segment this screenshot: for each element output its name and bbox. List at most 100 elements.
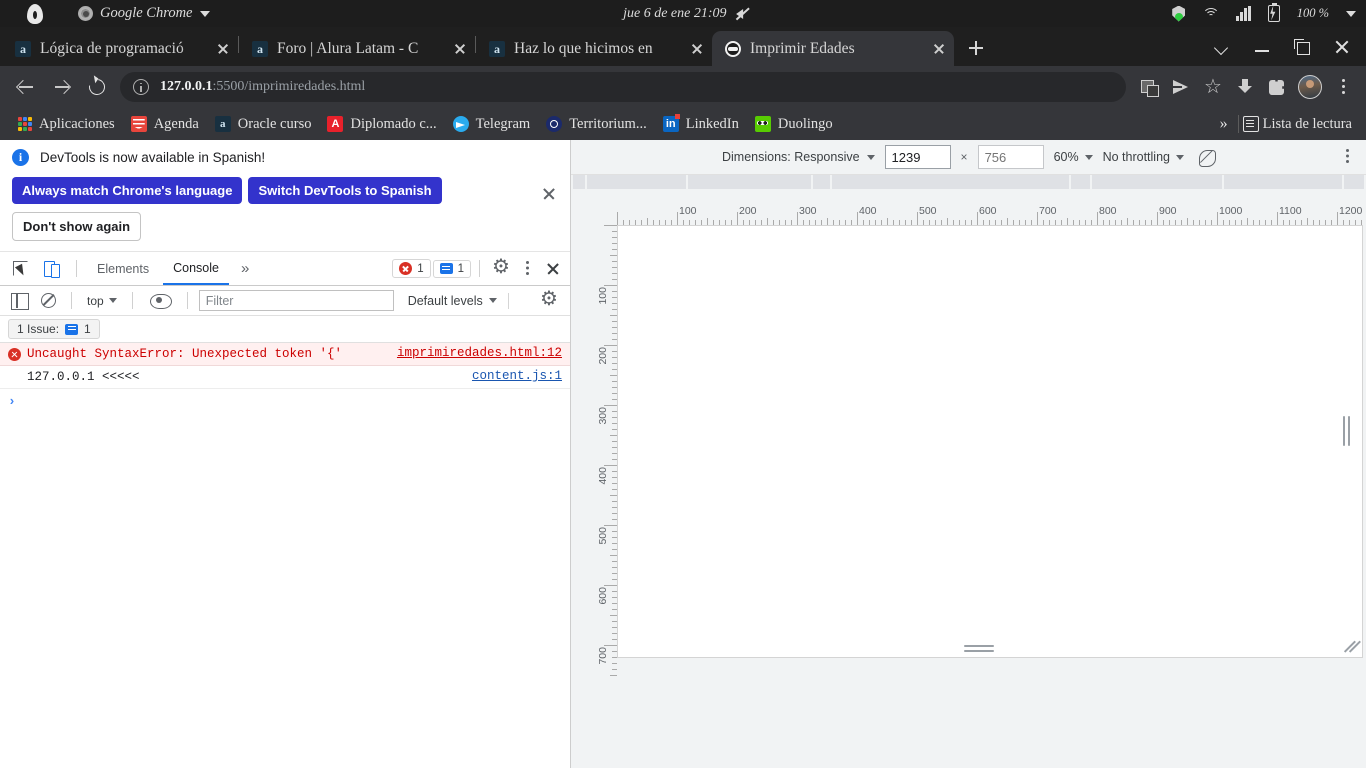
os-clock[interactable]: jue 6 de ene 21:09 <box>623 6 750 22</box>
browser-tab[interactable]: a Lógica de programació <box>2 32 238 66</box>
tab-console[interactable]: Console <box>163 252 229 285</box>
viewport-resize-handle-corner[interactable] <box>1344 639 1358 653</box>
console-error-row[interactable]: Uncaught SyntaxError: Unexpected token '… <box>0 343 570 366</box>
forward-button[interactable] <box>44 70 78 104</box>
preset-segment[interactable] <box>1071 175 1090 189</box>
tab-close-icon[interactable] <box>214 40 232 58</box>
reload-button[interactable] <box>80 70 114 104</box>
rotate-icon[interactable] <box>1198 149 1216 167</box>
bookmark-telegram[interactable]: Telegram <box>445 111 539 137</box>
log-source-link[interactable]: content.js:1 <box>472 369 562 383</box>
browser-tab[interactable]: a Foro | Alura Latam - C <box>239 32 475 66</box>
preset-segment[interactable] <box>813 175 830 189</box>
shield-icon[interactable] <box>1172 5 1186 22</box>
bookmark-linkedin[interactable]: in LinkedIn <box>655 111 747 137</box>
tab-elements[interactable]: Elements <box>87 252 159 285</box>
viewport-resize-handle-bottom[interactable] <box>964 645 994 654</box>
tab-close-icon[interactable] <box>930 40 948 58</box>
horizontal-ruler[interactable]: 100 200 300 400 500 600 700 800 900 1000 1100 1200 <box>595 203 1363 225</box>
translate-icon[interactable] <box>1134 72 1164 102</box>
console-settings-gear-icon[interactable] <box>536 286 562 314</box>
preset-segment[interactable] <box>1092 175 1222 189</box>
viewport-resize-handle-right[interactable] <box>1343 415 1352 446</box>
tab-close-icon[interactable] <box>451 40 469 58</box>
preset-segment[interactable] <box>688 175 811 189</box>
bookmark-agenda[interactable]: Agenda <box>123 111 207 137</box>
close-window-button[interactable] <box>1322 31 1362 63</box>
ruler-tick <box>612 669 617 670</box>
viewport-height-input[interactable] <box>977 145 1044 169</box>
zoom-selector[interactable]: 60% <box>1054 150 1093 164</box>
star-icon[interactable] <box>1198 72 1228 102</box>
preset-segment[interactable] <box>587 175 686 189</box>
console-sidebar-toggle-icon[interactable] <box>6 289 32 313</box>
avatar[interactable] <box>1298 75 1322 99</box>
settings-gear-icon[interactable] <box>488 254 514 282</box>
tab-close-icon[interactable] <box>688 40 706 58</box>
console-context-selector[interactable]: top <box>81 294 123 308</box>
dimensions-selector[interactable]: Dimensions: Responsive <box>722 150 875 164</box>
preset-segment[interactable] <box>573 175 585 189</box>
inspect-element-icon[interactable] <box>6 256 34 282</box>
console-levels-selector[interactable]: Default levels <box>408 294 497 308</box>
minimize-button[interactable] <box>1242 31 1282 63</box>
bookmark-diplomado[interactable]: A Diplomado c... <box>319 111 444 137</box>
send-icon[interactable] <box>1166 72 1196 102</box>
reading-list-label[interactable]: Lista de lectura <box>1263 116 1358 133</box>
console-message-list[interactable]: Uncaught SyntaxError: Unexpected token '… <box>0 343 570 768</box>
ruler-tick <box>1007 218 1008 225</box>
bookmark-duolingo[interactable]: Duolingo <box>747 111 841 137</box>
address-bar[interactable]: 127.0.0.1:5500/imprimiredades.html <box>120 72 1126 102</box>
issue-count-chip[interactable]: 1 Issue: 1 <box>8 319 100 339</box>
vertical-ruler[interactable]: 100 200 300 400 500 600 700 <box>595 225 617 676</box>
linkedin-icon: in <box>662 114 680 132</box>
bookmark-oracle-curso[interactable]: a Oracle curso <box>207 111 320 137</box>
puzzle-icon[interactable] <box>1262 72 1292 102</box>
chevron-down-icon[interactable] <box>1346 10 1356 17</box>
error-count-chip[interactable]: 1 <box>392 259 431 278</box>
url-text: 127.0.0.1:5500/imprimiredades.html <box>160 79 365 95</box>
maximize-button[interactable] <box>1282 31 1322 63</box>
device-toolbar-icon[interactable] <box>38 256 66 282</box>
live-expression-eye-icon[interactable] <box>149 294 172 309</box>
kebab-icon[interactable] <box>516 256 538 282</box>
throttling-selector[interactable]: No throttling <box>1103 150 1184 164</box>
browser-tab[interactable]: a Haz lo que hicimos en <box>476 32 712 66</box>
kebab-icon[interactable] <box>1336 144 1358 170</box>
battery-icon[interactable] <box>1267 2 1280 22</box>
bookmark-territorium[interactable]: Territorium... <box>538 111 655 137</box>
message-count-chip[interactable]: 1 <box>432 259 471 278</box>
browser-tab-active[interactable]: Imprimir Edades <box>712 31 954 66</box>
switch-devtools-spanish-button[interactable]: Switch DevTools to Spanish <box>248 177 442 204</box>
preset-segment[interactable] <box>832 175 1069 189</box>
console-prompt[interactable]: › <box>0 389 570 414</box>
viewport-width-input[interactable] <box>884 145 951 169</box>
clear-console-icon[interactable] <box>41 293 56 308</box>
bookmarks-overflow-button[interactable]: » <box>1214 115 1234 133</box>
always-match-language-button[interactable]: Always match Chrome's language <box>12 177 243 204</box>
close-icon[interactable] <box>540 185 558 203</box>
download-icon[interactable] <box>1230 72 1260 102</box>
preset-segment[interactable] <box>1344 175 1364 189</box>
new-tab-button[interactable] <box>961 33 991 63</box>
volume-icon[interactable] <box>1236 6 1251 21</box>
log-source-link[interactable]: imprimiredades.html:12 <box>397 346 562 360</box>
tab-search-chevron-icon[interactable] <box>1202 31 1242 63</box>
ruler-label: 300 <box>597 407 609 425</box>
emulated-page-viewport[interactable] <box>617 225 1363 658</box>
console-log-row[interactable]: 127.0.0.1 <<<<< content.js:1 <box>0 366 570 389</box>
close-devtools-icon[interactable] <box>540 256 566 282</box>
mute-icon[interactable] <box>736 7 751 21</box>
site-info-icon[interactable] <box>133 79 149 95</box>
console-filter-input[interactable] <box>198 290 394 311</box>
os-app-menu[interactable]: Google Chrome <box>78 5 210 22</box>
back-button[interactable] <box>8 70 42 104</box>
kebab-icon[interactable] <box>1328 72 1358 102</box>
ruler-tick <box>610 315 617 316</box>
preset-segment[interactable] <box>1224 175 1342 189</box>
wifi-icon[interactable] <box>1202 7 1220 20</box>
bookmark-apps[interactable]: Aplicaciones <box>10 111 123 137</box>
dont-show-again-button[interactable]: Don't show again <box>12 212 142 241</box>
bookmark-label: LinkedIn <box>685 115 739 132</box>
more-tabs-icon[interactable]: » <box>233 260 257 277</box>
